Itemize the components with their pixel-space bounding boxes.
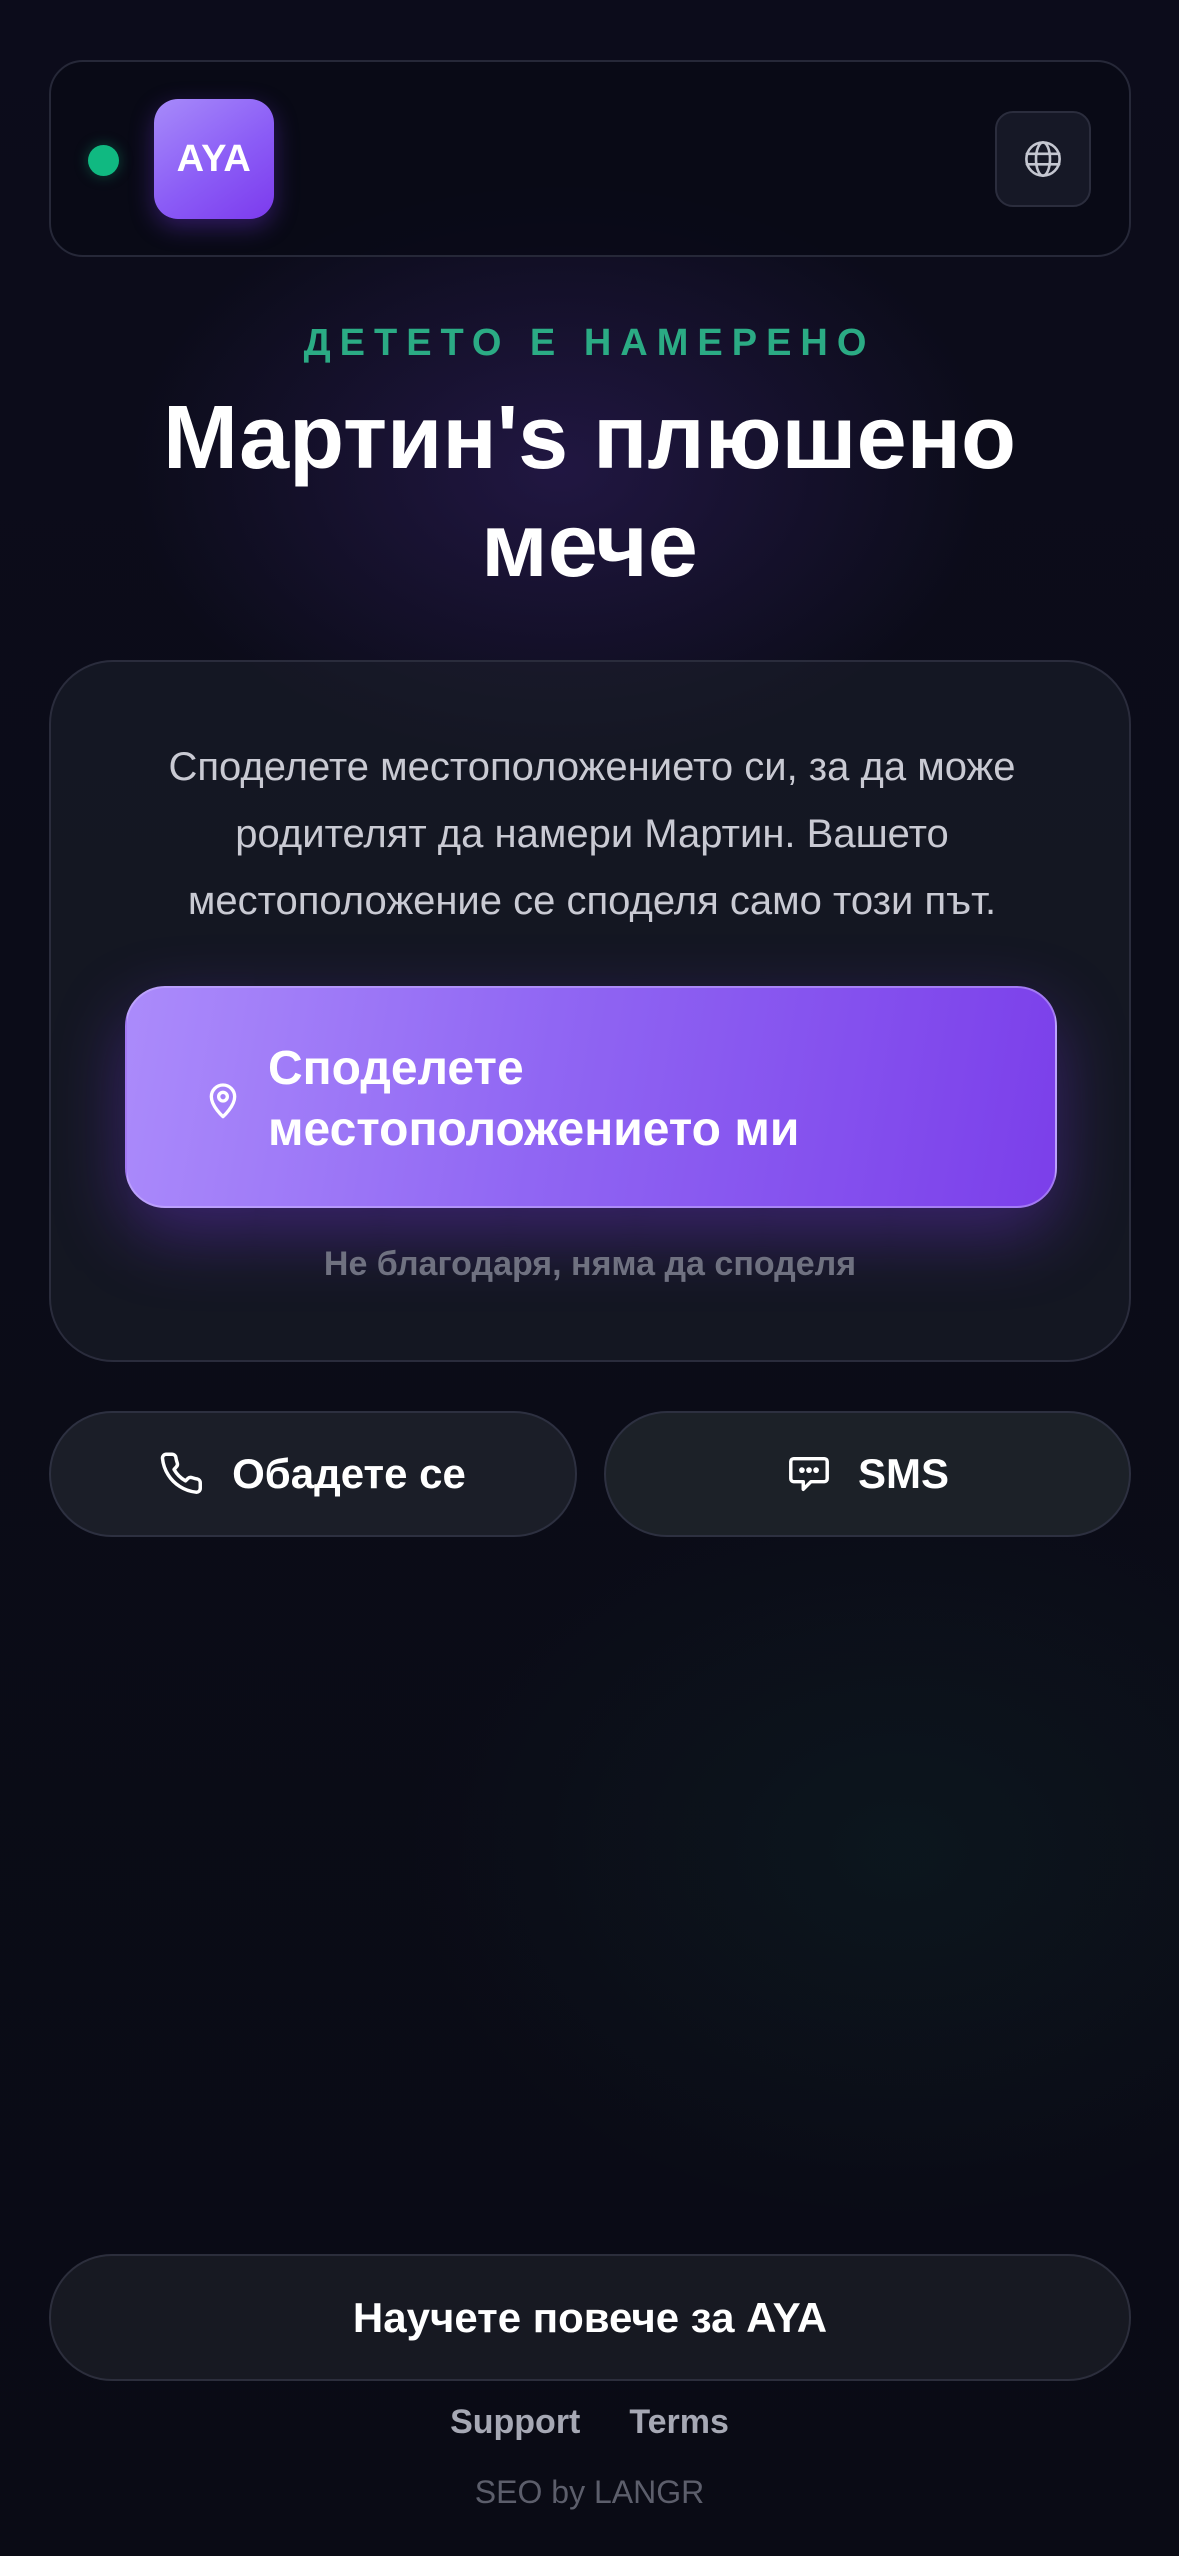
chat-bubble-icon	[789, 1456, 829, 1492]
seo-credit: SEO by LANGR	[474, 2474, 705, 2510]
phone-icon	[160, 1452, 203, 1494]
decline-share-link[interactable]: Не благодаря, няма да споделя	[51, 1245, 1129, 1284]
aya-logo: AYA	[154, 99, 274, 219]
globe-icon	[1025, 141, 1061, 177]
found-status-label: ДЕТЕТО Е НАМЕРЕНО	[303, 322, 876, 364]
call-button[interactable]: Обадете се	[49, 1411, 577, 1537]
share-location-button[interactable]: Споделете местоположението ми	[125, 986, 1057, 1208]
learn-more-button[interactable]: Научете повече за AYA	[49, 2254, 1131, 2381]
call-label: Обадете се	[232, 1450, 466, 1497]
status-indicator	[88, 145, 119, 176]
share-description: Споделете местоположението си, за да мож…	[168, 745, 1016, 923]
support-link[interactable]: Support	[450, 2403, 580, 2442]
footer-links: Support Terms	[0, 2403, 1179, 2442]
page-title: Мартин's плюшено мече	[163, 388, 1016, 596]
terms-link[interactable]: Terms	[629, 2403, 729, 2442]
sms-label: SMS	[857, 1450, 949, 1497]
location-pin-icon	[209, 1083, 237, 1119]
language-button[interactable]	[995, 111, 1091, 207]
sms-button[interactable]: SMS	[604, 1411, 1131, 1537]
header-bar: AYA	[49, 60, 1131, 257]
share-location-card: Споделете местоположението си, за да мож…	[49, 660, 1131, 1362]
share-location-label: Споделете местоположението ми	[268, 1042, 800, 1156]
